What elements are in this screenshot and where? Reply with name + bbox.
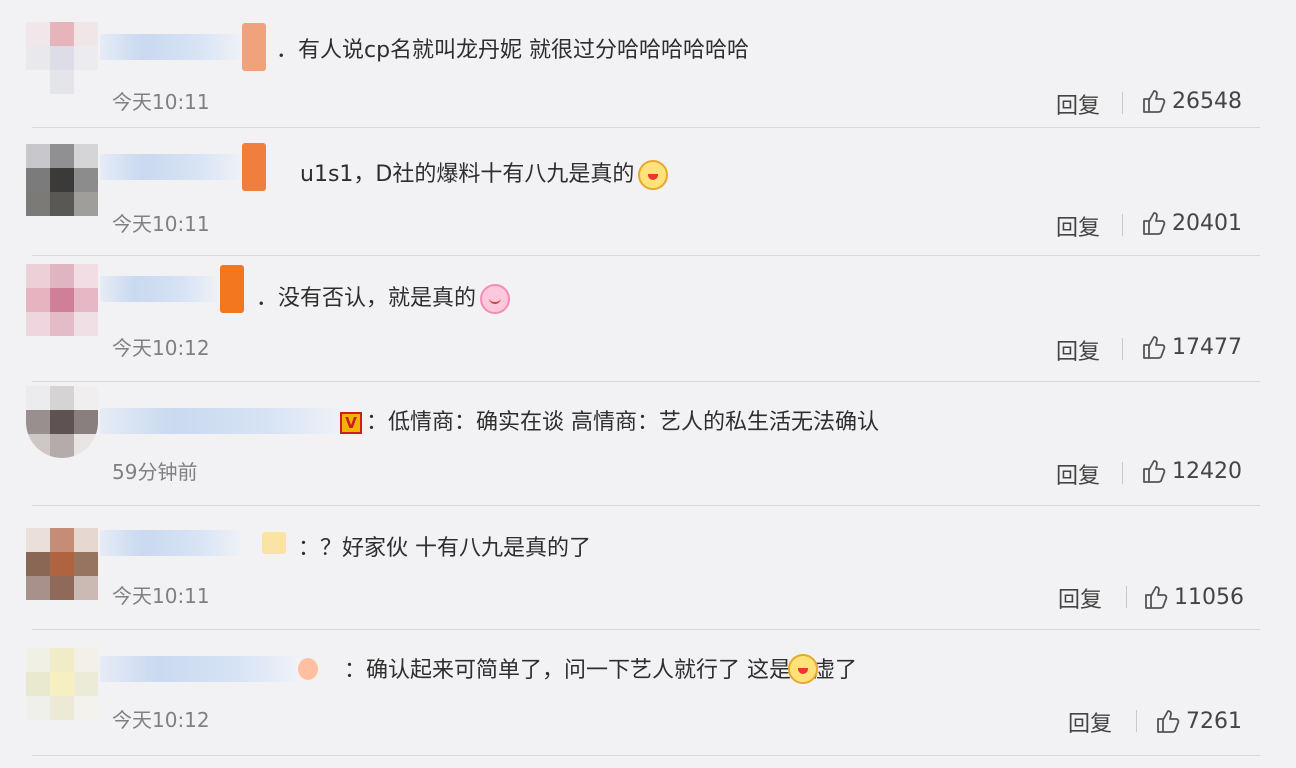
fox-emoji-icon (788, 654, 818, 684)
divider (1122, 92, 1123, 114)
like-count: 20401 (1172, 210, 1242, 236)
username-blurred[interactable] (100, 142, 266, 192)
username-blurred[interactable] (100, 518, 286, 568)
avatar[interactable] (26, 144, 98, 216)
comment-text: ：确认起来可简单了，问一下艺人就行了 这是心虚了 (344, 658, 857, 683)
comment-time: 今天10:11 (112, 212, 210, 236)
avatar[interactable] (26, 648, 98, 720)
username-blurred[interactable] (100, 22, 266, 72)
avatar[interactable] (26, 386, 98, 458)
comment-item: ．没有否认，就是真的 今天10:12 回复 17477 (0, 258, 1296, 382)
like-button[interactable]: 20401 (1142, 210, 1242, 236)
divider (1136, 710, 1137, 732)
comment-time: 今天10:11 (112, 90, 210, 114)
like-count: 17477 (1172, 334, 1242, 360)
comment-text: u1s1，D社的爆料十有八九是真的 (300, 160, 669, 190)
bunny-emoji-icon (480, 284, 511, 314)
comment-item: ：确认起来可简单了，问一下艺人就行了 这是心虚了 今天10:12 回复 7261 (0, 630, 1296, 756)
reply-button[interactable]: 回复 (1058, 582, 1102, 614)
comment-text: ：？好家伙 十有八九是真的了 (298, 536, 591, 561)
like-count: 12420 (1172, 458, 1242, 484)
reply-button[interactable]: 回复 (1056, 210, 1100, 242)
like-count: 7261 (1186, 708, 1242, 734)
comment-text: ．有人说cp名就叫龙丹妮 就很过分哈哈哈哈哈哈 (276, 38, 750, 63)
divider (1122, 462, 1123, 484)
username-blurred[interactable] (100, 644, 318, 694)
divider (1122, 338, 1123, 360)
username-blurred[interactable] (100, 264, 244, 314)
comment-time: 59分钟前 (112, 460, 198, 484)
like-button[interactable]: 7261 (1156, 708, 1242, 734)
comment-item: V ：低情商：确实在谈 高情商：艺人的私生活无法确认 59分钟前 回复 12420 (0, 382, 1296, 506)
thumbs-up-icon (1157, 710, 1180, 733)
like-button[interactable]: 26548 (1142, 88, 1242, 114)
row-divider (32, 755, 1260, 756)
divider (1122, 214, 1123, 236)
thumbs-up-icon (1143, 460, 1166, 483)
thumbs-up-icon (1143, 90, 1166, 113)
reply-button[interactable]: 回复 (1056, 334, 1100, 366)
fox-emoji-icon (638, 160, 669, 190)
thumbs-up-icon (1143, 336, 1166, 359)
like-button[interactable]: 12420 (1142, 458, 1242, 484)
row-divider (32, 127, 1260, 128)
comment-item: ：？好家伙 十有八九是真的了 今天10:11 回复 11056 (0, 506, 1296, 630)
like-button[interactable]: 17477 (1142, 334, 1242, 360)
avatar[interactable] (26, 22, 98, 94)
comment-time: 今天10:11 (112, 584, 210, 608)
like-count: 11056 (1174, 584, 1244, 610)
comment-item: ．有人说cp名就叫龙丹妮 就很过分哈哈哈哈哈哈 今天10:11 回复 26548 (0, 4, 1296, 128)
thumbs-up-icon (1145, 586, 1168, 609)
reply-button[interactable]: 回复 (1056, 458, 1100, 490)
comment-text: ．没有否认，就是真的 (256, 284, 511, 314)
comment-list: ．有人说cp名就叫龙丹妮 就很过分哈哈哈哈哈哈 今天10:11 回复 26548… (0, 0, 1296, 768)
username-blurred[interactable] (100, 396, 340, 446)
avatar[interactable] (26, 264, 98, 336)
comment-text: V ：低情商：确实在谈 高情商：艺人的私生活无法确认 (340, 408, 879, 438)
divider (1126, 586, 1127, 608)
reply-button[interactable]: 回复 (1068, 706, 1112, 738)
comment-item: u1s1，D社的爆料十有八九是真的 今天10:11 回复 20401 (0, 132, 1296, 256)
reply-button[interactable]: 回复 (1056, 88, 1100, 120)
avatar[interactable] (26, 528, 98, 600)
comment-time: 今天10:12 (112, 708, 210, 732)
row-divider (32, 255, 1260, 256)
comment-time: 今天10:12 (112, 336, 210, 360)
like-button[interactable]: 11056 (1144, 584, 1244, 610)
verified-badge-icon: V (340, 412, 362, 434)
like-count: 26548 (1172, 88, 1242, 114)
thumbs-up-icon (1143, 212, 1166, 235)
